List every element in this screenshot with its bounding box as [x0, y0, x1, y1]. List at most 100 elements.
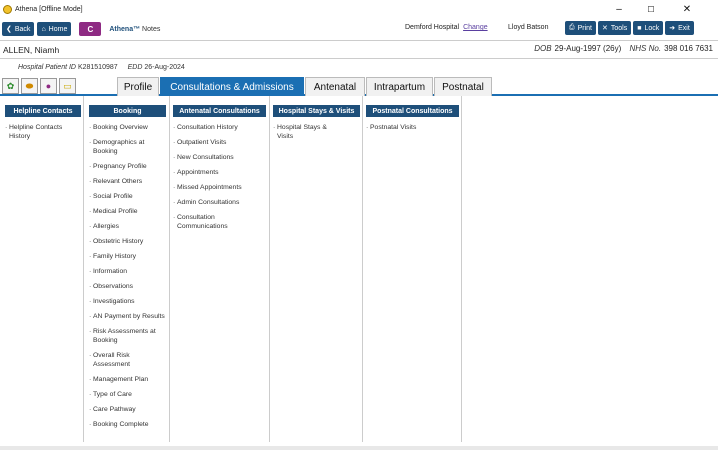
column-header: Booking	[89, 105, 166, 117]
list-item[interactable]: Management Plan	[89, 375, 166, 384]
printer-icon: ⎙	[569, 24, 575, 31]
app-icon	[3, 5, 12, 14]
list-item[interactable]: Medical Profile	[89, 207, 166, 216]
list-item[interactable]: Hospital Stays & Visits	[273, 123, 335, 141]
content-columns: Helpline Contacts Helpline Contacts Hist…	[0, 96, 718, 446]
list-item[interactable]: Booking Complete	[89, 420, 166, 429]
column-helpline: Helpline Contacts Helpline Contacts Hist…	[0, 96, 84, 442]
column-header: Helpline Contacts	[5, 105, 81, 117]
list-item[interactable]: Outpatient Visits	[173, 138, 266, 147]
window-title: Athena [Offline Mode]	[15, 6, 83, 13]
tools-label: Tools	[610, 24, 628, 32]
patient-banner: ALLEN, Niamh DOB 29-Aug-1997 (26y) NHS No…	[0, 40, 718, 59]
lock-button[interactable]: ■ Lock	[633, 21, 664, 35]
nhs-value: 398 016 7631	[664, 44, 713, 53]
column-items: Helpline Contacts History	[5, 123, 81, 147]
column-items: Booking Overview Demographics at Booking…	[89, 123, 166, 435]
list-item[interactable]: Demographics at Booking	[89, 138, 166, 156]
hpid-value: K281510987	[77, 64, 118, 71]
nhs-label: NHS No.	[629, 44, 662, 53]
tab-antenatal[interactable]: Antenatal	[305, 77, 365, 96]
tab-consultations-admissions[interactable]: Consultations & Admissions	[160, 77, 304, 96]
column-booking: Booking Booking Overview Demographics at…	[84, 96, 170, 442]
list-item[interactable]: Care Pathway	[89, 405, 166, 414]
close-button[interactable]: ✕	[672, 0, 702, 19]
list-item[interactable]: Social Profile	[89, 192, 166, 201]
patient-name: ALLEN, Niamh	[3, 44, 60, 55]
list-item[interactable]: Pregnancy Profile	[89, 162, 166, 171]
list-item[interactable]: Investigations	[89, 297, 166, 306]
list-item[interactable]: Missed Appointments	[173, 183, 266, 192]
column-header: Postnatal Consultations	[366, 105, 459, 117]
column-postnatal-consultations: Postnatal Consultations Postnatal Visits	[363, 96, 462, 442]
change-hospital-link[interactable]: Change	[463, 24, 488, 31]
home-label: Home	[48, 25, 68, 33]
patient-info: DOB 29-Aug-1997 (26y) NHS No. 398 016 7631	[534, 44, 713, 53]
list-item[interactable]: Consultation History	[173, 123, 266, 132]
list-item[interactable]: Consultation Communications	[173, 213, 266, 231]
back-button[interactable]: ❮ Back	[2, 22, 35, 36]
lock-label: Lock	[644, 24, 660, 32]
print-label: Print	[577, 24, 593, 32]
list-item[interactable]: Relevant Others	[89, 177, 166, 186]
hospital-name: Demford Hospital	[405, 24, 460, 31]
list-item[interactable]: New Consultations	[173, 153, 266, 162]
column-header: Hospital Stays & Visits	[273, 105, 360, 117]
dob-value: 29-Aug-1997 (26y)	[554, 44, 622, 53]
exit-label: Exit	[678, 24, 690, 32]
column-items: Postnatal Visits	[366, 123, 459, 138]
column-items: Hospital Stays & Visits	[273, 123, 335, 147]
user-name: Lloyd Batson	[508, 24, 549, 31]
hpid-label: Hospital Patient ID	[18, 64, 76, 71]
tab-profile[interactable]: Profile	[117, 77, 159, 96]
column-antenatal-consultations: Antenatal Consultations Consultation His…	[170, 96, 270, 442]
list-item[interactable]: Obstetric History	[89, 237, 166, 246]
note-icon[interactable]: ▭	[59, 78, 76, 94]
app-name-text: Athena™	[109, 25, 141, 33]
app-sub-text: Notes	[142, 25, 161, 33]
c-button[interactable]: C	[79, 22, 102, 36]
bottom-bar	[0, 446, 718, 450]
edd-label: EDD	[127, 64, 143, 71]
maximize-button[interactable]: ☐	[636, 0, 666, 19]
home-button[interactable]: ⌂ Home	[37, 22, 72, 36]
list-item[interactable]: Allergies	[89, 222, 166, 231]
flower-icon[interactable]: ✿	[2, 78, 19, 94]
back-arrow-icon: ❮	[6, 26, 12, 33]
tab-postnatal[interactable]: Postnatal	[434, 77, 492, 96]
back-label: Back	[14, 25, 31, 33]
lock-icon: ■	[637, 24, 642, 32]
list-item[interactable]: Booking Overview	[89, 123, 166, 132]
list-item[interactable]: Admin Consultations	[173, 198, 266, 207]
people-icon[interactable]: ●	[40, 78, 57, 94]
list-item[interactable]: Risk Assessments at Booking	[89, 327, 166, 345]
list-item[interactable]: Overall Risk Assessment	[89, 351, 166, 369]
tab-intrapartum[interactable]: Intrapartum	[366, 77, 433, 96]
tools-icon: ✕	[602, 25, 608, 32]
hospital-info: Demford Hospital Change	[405, 24, 488, 31]
exit-icon: ➜	[669, 25, 676, 32]
pill-icon[interactable]: ⬬	[21, 78, 38, 94]
list-item[interactable]: Information	[89, 267, 166, 276]
list-item[interactable]: Observations	[89, 282, 166, 291]
minimize-button[interactable]: –	[604, 0, 634, 19]
column-items: Consultation History Outpatient Visits N…	[173, 123, 266, 237]
edd-value: 26-Aug-2024	[144, 64, 185, 71]
exit-button[interactable]: ➜ Exit	[665, 21, 694, 35]
list-item[interactable]: Family History	[89, 252, 166, 261]
list-item[interactable]: Postnatal Visits	[366, 123, 459, 132]
tools-button[interactable]: ✕ Tools	[598, 21, 632, 35]
right-buttons: ⎙ Print ✕ Tools ■ Lock ➜ Exit	[565, 21, 696, 35]
list-item[interactable]: Appointments	[173, 168, 266, 177]
list-item[interactable]: Type of Care	[89, 390, 166, 399]
column-header: Antenatal Consultations	[173, 105, 266, 117]
patient-subinfo: Hospital Patient ID K281510987 EDD 26-Au…	[0, 60, 718, 77]
tab-bar: ✿ ⬬ ● ▭ Profile Consultations & Admissio…	[0, 77, 718, 96]
print-button[interactable]: ⎙ Print	[565, 21, 597, 35]
column-hospital-stays: Hospital Stays & Visits Hospital Stays &…	[270, 96, 363, 442]
quick-icons: ✿ ⬬ ● ▭	[2, 78, 78, 94]
app-name: Athena™ Notes	[109, 26, 160, 33]
list-item[interactable]: Helpline Contacts History	[5, 123, 81, 141]
list-item[interactable]: AN Payment by Results	[89, 312, 166, 321]
dob-label: DOB	[534, 44, 552, 53]
